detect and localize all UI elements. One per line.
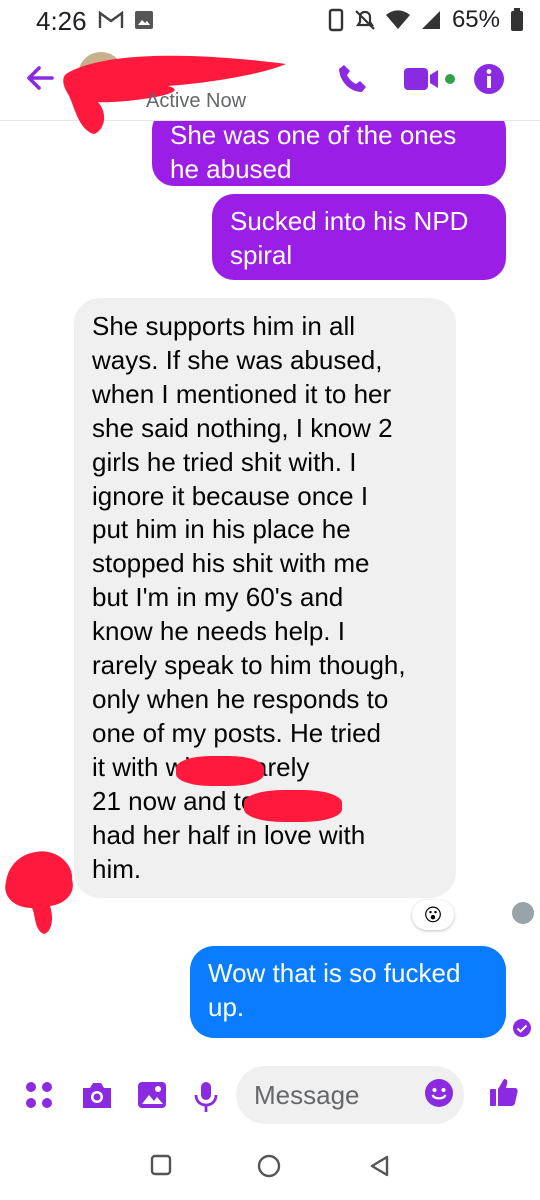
home-circle-icon[interactable]: [257, 1154, 281, 1178]
message-bubble-outgoing[interactable]: Wow that is so fucked up.: [190, 946, 506, 1038]
thumbs-up-icon[interactable]: [488, 1076, 520, 1108]
phone-icon[interactable]: [336, 62, 370, 96]
wifi-icon: [385, 10, 410, 29]
back-triangle-icon[interactable]: [368, 1154, 390, 1178]
gmail-icon: [98, 10, 124, 28]
conversation-header: Active Now: [0, 44, 540, 134]
system-navigation-bar: [0, 1134, 540, 1200]
back-arrow-icon[interactable]: [22, 60, 58, 96]
info-icon[interactable]: [472, 62, 506, 96]
message-bubble-outgoing[interactable]: Sucked into his NPD spiral: [212, 194, 506, 280]
redaction-mark: [244, 790, 342, 822]
status-bar: 4:26 65%: [0, 0, 540, 44]
camera-icon[interactable]: [80, 1080, 114, 1110]
mute-icon: [355, 10, 375, 30]
microphone-icon[interactable]: [192, 1080, 220, 1114]
reaction-badge[interactable]: 😮: [412, 900, 454, 930]
delivered-check-icon: [513, 1019, 531, 1037]
avatar-redaction: [5, 851, 73, 934]
apps-icon[interactable]: [24, 1080, 54, 1110]
video-camera-icon[interactable]: [402, 62, 458, 96]
battery-percent: 65%: [451, 6, 500, 33]
composer-bar: [0, 1058, 540, 1134]
cell-signal-icon: [421, 11, 440, 29]
image-icon[interactable]: [136, 1080, 168, 1110]
redaction-mark: [176, 756, 264, 786]
battery-icon: [511, 8, 523, 31]
recents-square-icon[interactable]: [150, 1154, 172, 1176]
active-status: Active Now: [146, 90, 247, 112]
gallery-icon: [135, 11, 153, 29]
message-thread[interactable]: She was one of the ones he abused Sucked…: [0, 120, 540, 1040]
vibrate-icon: [328, 8, 344, 32]
seen-avatar: [512, 902, 534, 924]
status-time: 4:26: [36, 6, 87, 36]
emoji-icon[interactable]: [424, 1078, 454, 1108]
